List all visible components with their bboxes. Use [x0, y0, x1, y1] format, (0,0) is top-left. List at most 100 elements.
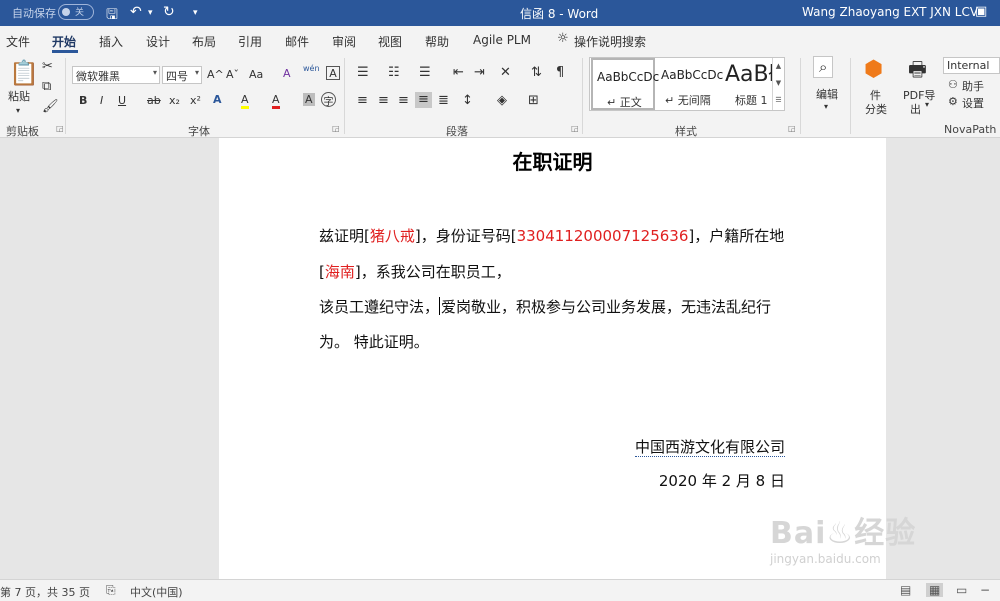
page-count[interactable]: 第 7 页，共 35 页 [0, 584, 90, 600]
tab-file[interactable]: 文件 [6, 33, 30, 50]
style-preview: AaBbCcDc [597, 70, 660, 84]
copy-icon[interactable]: ⧉ [42, 80, 51, 94]
save-icon[interactable]: 🖫 [106, 4, 118, 28]
change-case-button[interactable]: Aa [249, 68, 263, 81]
character-border-icon[interactable]: A [326, 66, 340, 80]
align-center-icon[interactable]: ≡ [378, 94, 389, 108]
paste-icon[interactable]: 📋 [9, 60, 39, 86]
tab-review[interactable]: 审阅 [332, 33, 356, 50]
styles-launcher-icon[interactable]: ◲ [788, 124, 796, 133]
bullets-icon[interactable]: ☰ [357, 66, 369, 80]
paragraph-group-label: 段落 [446, 125, 468, 138]
style-no-spacing[interactable]: AaBbCcDc ↵ 无间隔 [657, 58, 724, 110]
font-name-combo[interactable]: 微软雅黑 ▾ [72, 66, 160, 84]
baidu-jingyan-watermark: Bai♨经验 jingyan.baidu.com [770, 508, 916, 566]
font-size-combo[interactable]: 四号 ▾ [162, 66, 202, 84]
clipboard-launcher-icon[interactable]: ◲ [56, 124, 64, 133]
shrink-font-button[interactable]: Aˇ [226, 68, 239, 81]
font-launcher-icon[interactable]: ◲ [332, 124, 340, 133]
style-normal[interactable]: AaBbCcDc ↵ 正文 [591, 58, 659, 110]
enclose-characters-button[interactable]: 字 [321, 92, 336, 108]
paste-button[interactable]: 粘贴 [8, 88, 30, 104]
print-layout-icon[interactable]: ▦ [926, 583, 944, 597]
company-name: 中国西游文化有限公司 [634, 438, 785, 457]
pdf-export-dropdown[interactable]: ▾ [925, 100, 929, 109]
tab-references[interactable]: 引用 [238, 33, 262, 50]
style-heading-1[interactable]: AaBł 标题 1 [721, 58, 773, 110]
file-classify-icon[interactable]: ⬢ [864, 58, 883, 82]
line-spacing-icon[interactable]: ↕ [462, 94, 473, 108]
distributed-icon[interactable]: ≣ [438, 94, 449, 108]
multilevel-list-icon[interactable]: ☰ [419, 66, 431, 80]
font-size-value: 四号 [166, 70, 188, 83]
helper-icon[interactable]: ⚇ [948, 78, 958, 92]
tab-mailings[interactable]: 邮件 [285, 33, 309, 50]
gear-icon[interactable]: ⚙ [948, 95, 958, 109]
redo-icon[interactable]: ↻ [163, 4, 175, 20]
decrease-indent-icon[interactable]: ⇤ [453, 66, 464, 80]
font-color-button[interactable]: A [272, 93, 280, 109]
style-name: ↵ 无间隔 [665, 94, 711, 107]
file-classify-label-2[interactable]: 分类 [865, 101, 887, 117]
format-painter-icon[interactable]: 🖌 [42, 100, 59, 114]
gallery-scroll[interactable]: ▲ ▼ ☰ [772, 58, 784, 110]
italic-button[interactable]: I [100, 94, 103, 107]
autosave-label: 自动保存 [12, 7, 56, 20]
paste-dropdown-icon[interactable]: ▾ [16, 104, 20, 118]
tab-design[interactable]: 设计 [146, 33, 170, 50]
strikethrough-button[interactable]: ab [147, 94, 161, 107]
settings-button[interactable]: 设置 [962, 95, 984, 111]
autosave-toggle[interactable]: 关 [58, 4, 94, 20]
language-indicator[interactable]: 中文(中国) [130, 584, 183, 600]
classification-box[interactable]: Internal [943, 57, 1000, 74]
ribbon-display-icon[interactable]: ▣ [975, 4, 987, 19]
pdf-export-icon[interactable]: 🖶 [908, 58, 927, 80]
proofing-icon[interactable]: ⎘ [106, 583, 116, 598]
user-name[interactable]: Wang Zhaoyang EXT JXN LCV [802, 5, 978, 19]
web-layout-icon[interactable]: ▭ [956, 583, 967, 597]
underline-button[interactable]: U [118, 94, 126, 107]
read-mode-icon[interactable]: ▤ [900, 583, 911, 597]
cut-icon[interactable]: ✂ [42, 60, 53, 74]
highlight-button[interactable]: A [241, 93, 249, 109]
document-area[interactable]: 在职证明 兹证明[猪八戒]，身份证号码[330411200007125636]，… [0, 138, 1000, 579]
tab-agile-plm[interactable]: Agile PLM [473, 33, 531, 47]
align-left-icon[interactable]: ≡ [357, 94, 368, 108]
title-bar: 自动保存 关 🖫 ↶ ▾ ↻ ▾ 信函 8 - Word Wang Zhaoya… [0, 0, 1000, 26]
tell-me-search[interactable]: 操作说明搜索 [574, 33, 646, 50]
borders-icon[interactable]: ⊞ [528, 94, 539, 108]
tab-help[interactable]: 帮助 [425, 33, 449, 50]
chevron-down-icon[interactable]: ▾ [824, 100, 828, 114]
helper-button[interactable]: 助手 [962, 78, 984, 94]
tab-home[interactable]: 开始 [52, 33, 76, 50]
increase-indent-icon[interactable]: ⇥ [474, 66, 485, 80]
shading-icon[interactable]: ◈ [497, 94, 507, 108]
grow-font-button[interactable]: A^ [207, 68, 224, 81]
tab-view[interactable]: 视图 [378, 33, 402, 50]
show-marks-icon[interactable]: ¶ [556, 66, 564, 80]
text-effects-button[interactable]: A [213, 93, 222, 106]
character-shading-button[interactable]: A [303, 93, 315, 106]
tab-layout[interactable]: 布局 [192, 33, 216, 50]
phonetic-guide-button[interactable]: wén [303, 64, 320, 73]
tab-insert[interactable]: 插入 [99, 33, 123, 50]
customize-qat-icon[interactable]: ▾ [193, 8, 198, 18]
bold-button[interactable]: B [79, 94, 87, 107]
search-icon[interactable]: ⌕ [813, 56, 834, 78]
pdf-export-label-2[interactable]: 出 [910, 101, 921, 117]
paragraph-launcher-icon[interactable]: ◲ [571, 124, 579, 133]
numbering-icon[interactable]: ☷ [388, 66, 400, 80]
subscript-button[interactable]: x₂ [169, 94, 180, 107]
style-preview: AaBbCcDc [661, 68, 724, 82]
signature-date: 2020 年 2 月 8 日 [658, 472, 785, 490]
sort-icon[interactable]: ⇅ [531, 66, 542, 80]
superscript-button[interactable]: x² [190, 94, 201, 107]
align-right-icon[interactable]: ≡ [398, 94, 409, 108]
undo-icon[interactable]: ↶ [130, 4, 142, 20]
zoom-out-icon[interactable]: − [980, 583, 990, 597]
document-title: 信函 8 - Word [520, 7, 599, 21]
justify-icon[interactable]: ≡ [415, 92, 432, 108]
asian-layout-icon[interactable]: ✕ [500, 66, 511, 80]
clear-format-button[interactable]: A [283, 67, 291, 80]
undo-dropdown-icon[interactable]: ▾ [148, 8, 153, 18]
